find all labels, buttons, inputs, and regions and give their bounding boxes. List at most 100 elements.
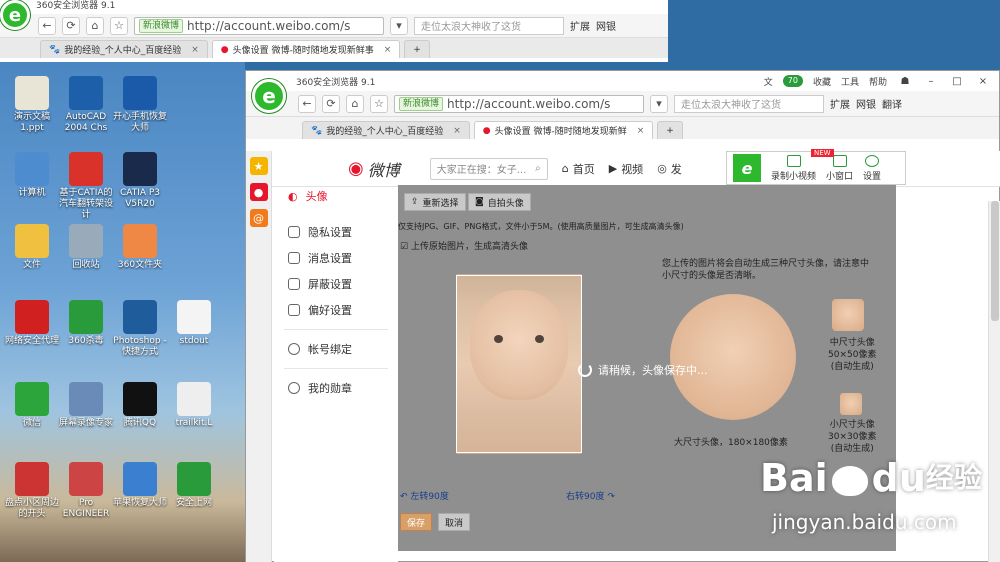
menu-text[interactable]: 文 <box>764 75 773 88</box>
desktop-icon[interactable]: 网络安全代理 <box>4 300 60 347</box>
desktop-icon[interactable]: 360文件夹 <box>112 224 168 271</box>
desktop-icon[interactable]: stdout <box>166 300 222 347</box>
nav-home[interactable]: ⌂ 首页 <box>562 161 595 177</box>
desktop-icon[interactable]: 腾讯QQ <box>112 382 168 429</box>
menu-medals[interactable]: 我的勋章 <box>274 375 398 401</box>
rotate-left-button[interactable]: ↶ 左转90度 <box>400 489 449 502</box>
desktop-icon[interactable]: 开心手机恢复大师 <box>112 76 168 134</box>
app-icon <box>15 152 49 186</box>
translate-label[interactable]: 翻译 <box>882 96 902 111</box>
cancel-button[interactable]: 取消 <box>438 513 471 531</box>
home-button[interactable]: ⌂ <box>346 94 364 113</box>
scroll-thumb[interactable] <box>991 201 999 321</box>
menu-tools[interactable]: 工具 <box>841 75 859 88</box>
overlay-settings-button[interactable]: 设置 <box>863 154 881 182</box>
desktop-icon[interactable]: AutoCAD 2004 Chs <box>58 76 114 134</box>
refresh-button[interactable]: ⟳ <box>62 16 80 35</box>
desktop-icon[interactable]: trailkit.L <box>166 382 222 429</box>
close-window-button[interactable]: × <box>975 74 991 88</box>
close-icon[interactable]: × <box>637 126 645 136</box>
close-icon[interactable]: × <box>191 45 199 55</box>
desktop-icon[interactable]: 安全上网 <box>166 462 222 509</box>
reselect-button[interactable]: ⇪ 重新选择 <box>404 193 466 211</box>
desktop-icon[interactable]: 演示文稿1.ppt <box>4 76 60 134</box>
tab-experience[interactable]: 🐾 我的经验_个人中心_百度经验 × <box>302 121 470 139</box>
menu-account-binding[interactable]: 帐号绑定 <box>274 336 398 362</box>
baidu-watermark: Bai du经验 <box>760 456 982 500</box>
block-icon <box>288 278 300 290</box>
upload-hd-checkbox[interactable]: ☑ 上传原始图片，生成高清头像 <box>400 239 528 252</box>
sina-badge[interactable]: 新浪微博 <box>139 18 184 33</box>
browser-search-input[interactable]: 走位太浪大神收了这货 <box>414 16 564 35</box>
desktop-icon[interactable]: 微信 <box>4 382 60 429</box>
rotate-right-button[interactable]: 右转90度 ↷ <box>566 489 615 502</box>
favorite-icon[interactable]: ☆ <box>370 94 388 113</box>
tab-weibo-avatar[interactable]: ● 头像设置 微博-随时随地发现新鲜 × <box>473 121 654 139</box>
settings-heading[interactable]: ◐ 头像 <box>274 187 398 205</box>
desktop-icon[interactable]: Photoshop - 快捷方式 <box>112 300 168 358</box>
record-video-button[interactable]: 录制小视频 NEW <box>771 148 834 182</box>
menu-favorites[interactable]: 收藏 <box>813 75 831 88</box>
star-icon[interactable]: ★ <box>249 157 268 175</box>
minimize-button[interactable]: – <box>923 74 939 88</box>
close-icon[interactable]: × <box>384 45 392 55</box>
menu-messages[interactable]: 消息设置 <box>274 245 398 271</box>
weibo-icon[interactable]: ● <box>249 183 268 201</box>
browser-title: 360安全浏览器 9.1 <box>36 1 116 11</box>
ext-label[interactable]: 扩展 <box>830 96 850 111</box>
checkbox-icon[interactable]: ☑ <box>400 242 408 252</box>
sina-badge[interactable]: 新浪微博 <box>399 96 444 111</box>
app-icon <box>69 462 103 496</box>
back-button[interactable]: ← <box>38 16 56 35</box>
save-button[interactable]: 保存 <box>400 513 433 531</box>
weibo-logo[interactable]: ◉ 微博 <box>348 157 400 181</box>
menu-preferences[interactable]: 偏好设置 <box>274 297 398 323</box>
new-tab-button[interactable]: + <box>404 40 430 58</box>
menu-help[interactable]: 帮助 <box>869 75 887 88</box>
address-bar[interactable]: 新浪微博 http://account.weibo.com/s <box>134 16 384 35</box>
desktop-icon[interactable]: 苹果恢复大师 <box>112 462 168 509</box>
mini-window-button[interactable]: 小窗口 <box>826 154 853 182</box>
maximize-button[interactable]: □ <box>949 74 965 88</box>
mail-icon[interactable]: @ <box>249 209 268 227</box>
desktop-icon[interactable]: 屏幕录像专家 <box>58 382 114 429</box>
address-dropdown-icon[interactable]: ▾ <box>390 16 408 35</box>
ext-label[interactable]: 扩展 <box>570 18 590 33</box>
page-scrollbar[interactable] <box>988 201 1000 562</box>
desktop-icon[interactable]: 回收站 <box>58 224 114 271</box>
app-icon <box>69 76 103 110</box>
back-browser-window: e 360安全浏览器 9.1 ← ⟳ ⌂ ☆ 新浪微博 http://accou… <box>0 0 668 62</box>
small-avatar-preview <box>840 393 862 415</box>
skin-icon[interactable]: ☗ <box>897 74 913 88</box>
address-dropdown-icon[interactable]: ▾ <box>650 94 668 113</box>
refresh-button[interactable]: ⟳ <box>322 94 340 113</box>
desktop-icon[interactable]: Pro ENGINEER <box>58 462 114 520</box>
tab-weibo-avatar[interactable]: ● 头像设置 微博-随时随地发现新鲜事 × <box>211 40 401 58</box>
home-button[interactable]: ⌂ <box>86 16 104 35</box>
app-icon <box>123 224 157 258</box>
menu-privacy[interactable]: 隐私设置 <box>274 219 398 245</box>
bank-label[interactable]: 网银 <box>596 18 616 33</box>
weibo-search-input[interactable]: 大家正在搜：女子... ⌕ <box>429 157 548 180</box>
desktop-icon[interactable]: 基于CATIA的汽车翻转架设计 <box>58 152 114 221</box>
bank-label[interactable]: 网银 <box>856 96 876 111</box>
notification-badge[interactable]: 70 <box>782 75 803 87</box>
favorite-icon[interactable]: ☆ <box>110 16 128 35</box>
selfie-button[interactable]: ◙ 自拍头像 <box>468 193 531 211</box>
back-button[interactable]: ← <box>298 94 316 113</box>
desktop-icon[interactable]: 360杀毒 <box>58 300 114 347</box>
address-bar[interactable]: 新浪微博 http://account.weibo.com/s <box>394 94 644 113</box>
tab-experience[interactable]: 🐾 我的经验_个人中心_百度经验 × <box>40 40 208 58</box>
desktop-icon[interactable]: 文件 <box>4 224 60 271</box>
close-icon[interactable]: × <box>453 126 461 136</box>
nav-video[interactable]: ▶ 视频 <box>609 161 643 177</box>
desktop-icon[interactable]: 计算机 <box>4 152 60 199</box>
nav-discover[interactable]: ◎ 发 <box>657 161 682 177</box>
search-icon[interactable]: ⌕ <box>535 163 541 174</box>
desktop-icon[interactable]: CATIA P3 V5R20 <box>112 152 168 210</box>
menu-block[interactable]: 屏蔽设置 <box>274 271 398 297</box>
new-tab-button[interactable]: + <box>657 121 683 139</box>
browser-search-input[interactable]: 走位太浪大神收了这货 <box>674 94 824 113</box>
crop-selection[interactable] <box>456 275 582 453</box>
desktop-icon[interactable]: 盘点小区周边的开头 <box>4 462 60 520</box>
